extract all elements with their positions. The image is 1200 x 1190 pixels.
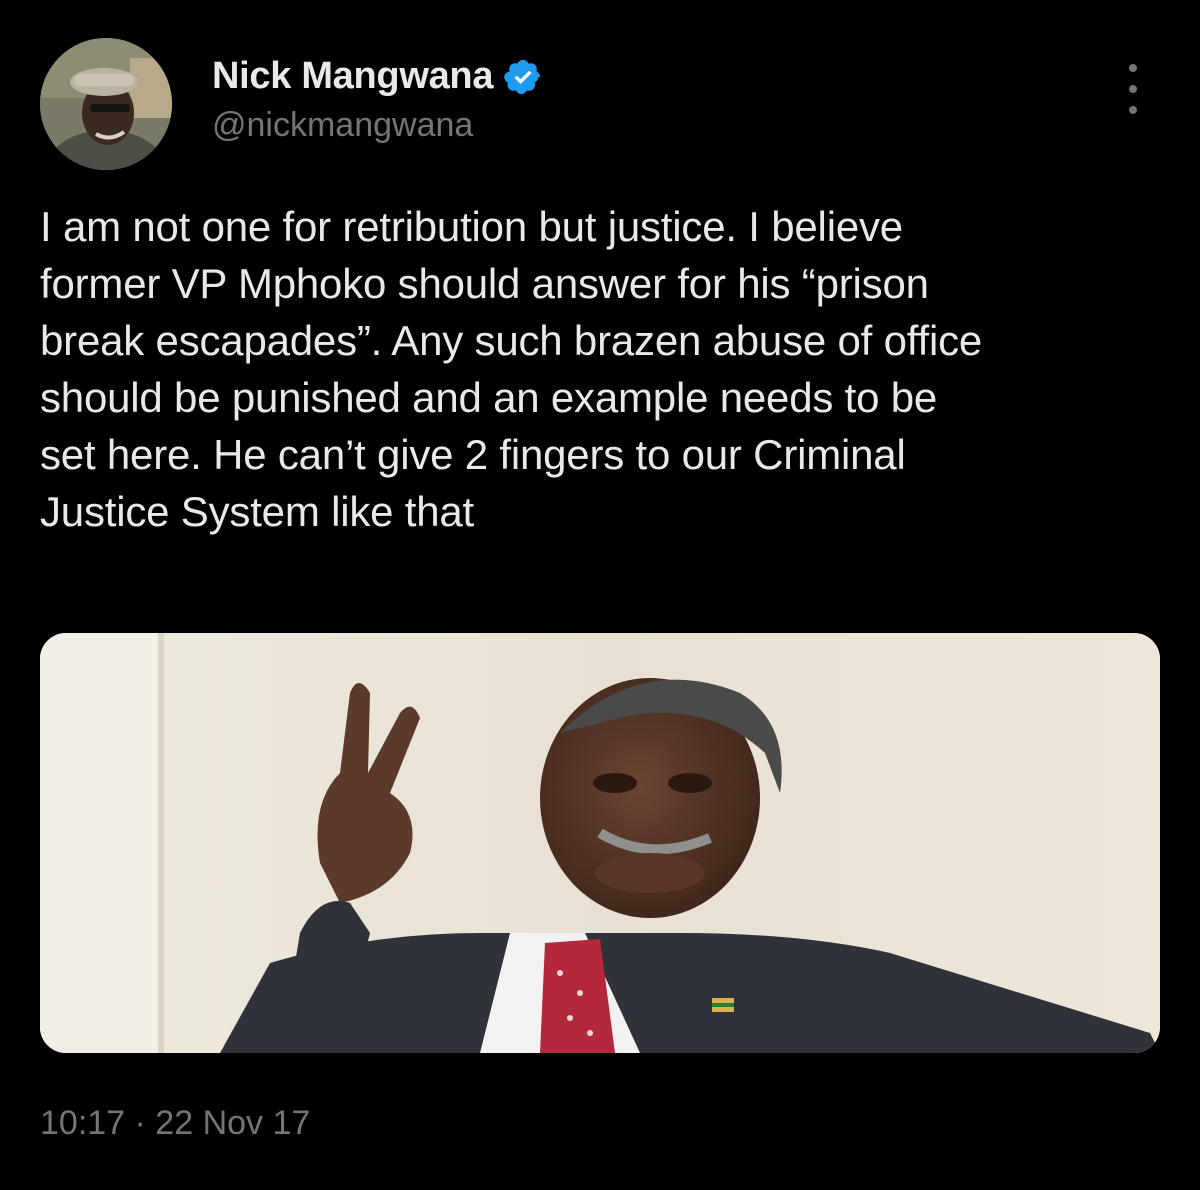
author-name-row[interactable]: Nick Mangwana <box>212 55 543 98</box>
more-vertical-icon[interactable] <box>1112 64 1154 114</box>
tweet: Nick Mangwana @nickmangwana I am not one… <box>0 0 1200 1190</box>
photo-image <box>40 633 1160 1053</box>
tweet-photo[interactable] <box>40 633 1160 1053</box>
display-name[interactable]: Nick Mangwana <box>212 55 493 98</box>
avatar-image <box>40 38 172 170</box>
tweet-timestamp[interactable]: 10:17 · 22 Nov 17 <box>40 1104 310 1143</box>
verified-badge-icon <box>503 57 543 97</box>
tweet-text: I am not one for retribution but justice… <box>40 203 983 535</box>
avatar[interactable] <box>40 38 172 170</box>
author-handle[interactable]: @nickmangwana <box>212 106 473 145</box>
